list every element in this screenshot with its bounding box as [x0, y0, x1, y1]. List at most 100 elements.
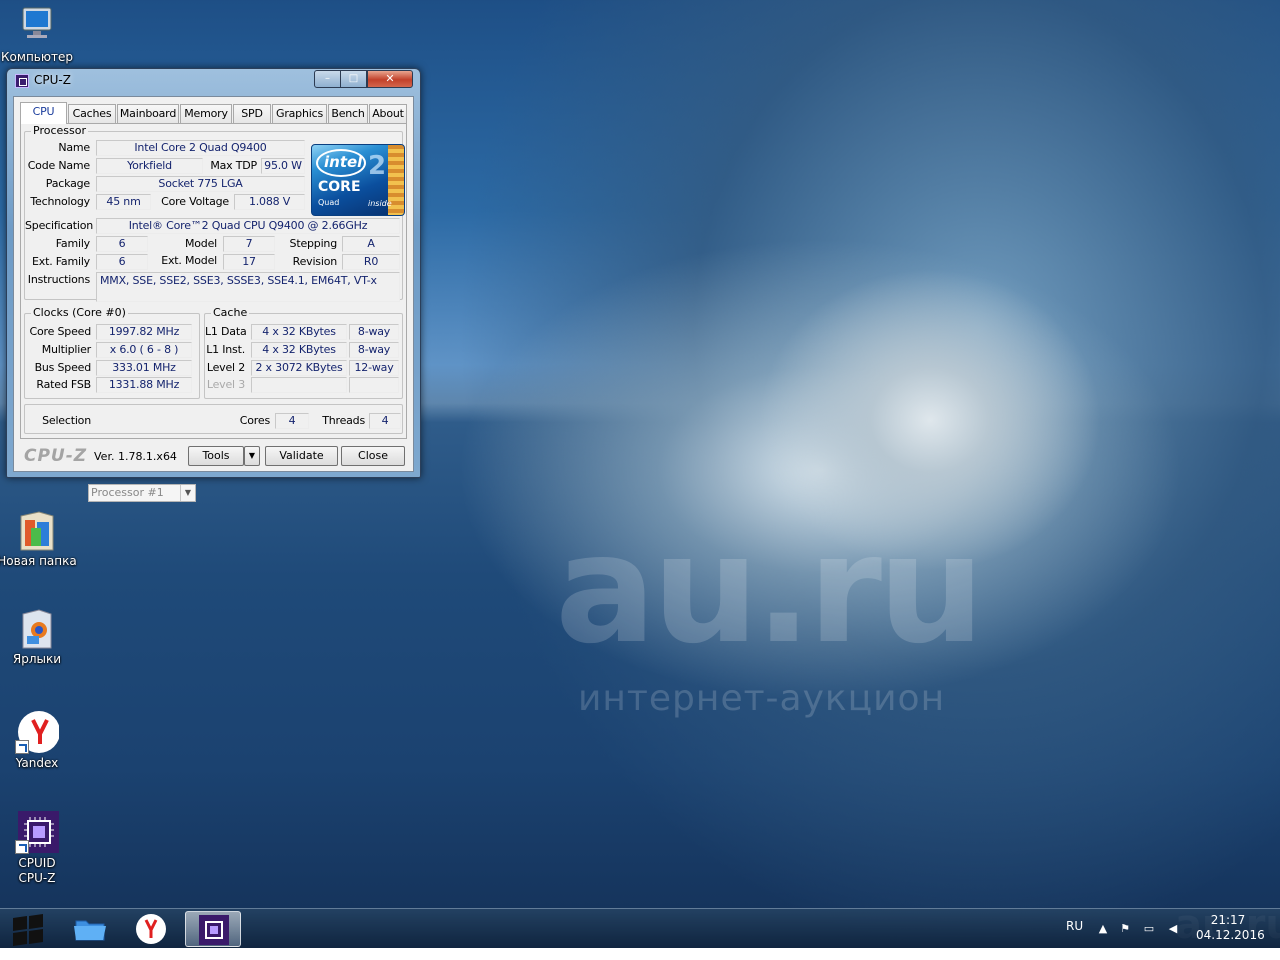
cpu-tab-panel: Processor Name Intel Core 2 Quad Q9400 C… — [20, 123, 407, 439]
desktop-icon-label: Новая папка — [0, 554, 77, 568]
desktop-icon-label: Ярлыки — [12, 652, 62, 666]
tab-spd[interactable]: SPD — [233, 104, 271, 123]
folder-icon — [15, 606, 59, 650]
desktop-icon-yandex[interactable]: Yandex — [0, 710, 77, 771]
label-rated-fsb: Rated FSB — [36, 378, 91, 391]
tools-dropdown-button[interactable]: ▼ — [244, 446, 260, 466]
network-icon[interactable]: ▭ — [1142, 922, 1156, 936]
value-specification: Intel® Core™2 Quad CPU Q9400 @ 2.66GHz — [96, 218, 400, 234]
desktop-icon-computer[interactable]: Компьютер — [0, 4, 77, 65]
value-ext-family: 6 — [96, 254, 148, 270]
watermark-brand: au.ru — [555, 503, 985, 677]
action-center-flag-icon[interactable]: ⚑ — [1118, 922, 1132, 936]
start-button[interactable] — [5, 911, 49, 947]
label-maxtdp: Max TDP — [210, 159, 257, 172]
value-technology: 45 nm — [96, 194, 151, 210]
cpuz-icon — [199, 915, 229, 945]
tab-caches[interactable]: Caches — [68, 104, 116, 123]
taskbar-yandex[interactable] — [123, 911, 179, 947]
label-cache-row: Level 2 — [206, 361, 245, 374]
cpuz-icon — [15, 810, 60, 854]
label-ext-family: Ext. Family — [32, 255, 90, 268]
logo-inside: inside — [368, 199, 392, 208]
logo-num: 2 — [368, 151, 387, 181]
label-instructions: Instructions — [27, 273, 90, 286]
logo-line: CORE — [318, 179, 361, 195]
tools-button[interactable]: Tools — [188, 446, 244, 466]
label-bus-speed: Bus Speed — [34, 361, 92, 374]
window-client: CPU Caches Mainboard Memory SPD Graphics… — [13, 96, 414, 502]
cache-group: Cache L1 Data 4 x 32 KBytes 8-way L1 Ins… — [204, 306, 403, 399]
clocks-group: Clocks (Core #0) Core Speed 1997.82 MHz … — [24, 306, 200, 399]
tab-memory[interactable]: Memory — [180, 104, 232, 123]
cpuz-logo: CPU-Z — [24, 446, 88, 466]
tab-about[interactable]: About — [369, 104, 407, 123]
value-codename: Yorkfield — [96, 158, 203, 174]
processor-select[interactable]: Processor #1 ▼ — [88, 484, 196, 502]
value-instructions: MMX, SSE, SSE2, SSE3, SSSE3, SSE4.1, EM6… — [96, 272, 400, 302]
label-selection: Selection — [42, 414, 91, 427]
cpuz-app-icon — [15, 74, 29, 88]
version-label: Ver. 1.78.1.x64 — [94, 450, 177, 463]
tab-graphics[interactable]: Graphics — [272, 104, 327, 123]
label-cache-row: L1 Inst. — [206, 343, 245, 356]
clock[interactable]: 21:17 04.12.2016 — [1196, 913, 1265, 943]
volume-icon[interactable]: ◀ — [1166, 922, 1180, 936]
watermark-tagline: интернет-аукцион — [578, 678, 946, 719]
desktop-icon-label: Компьютер — [1, 50, 73, 64]
label-model: Model — [184, 237, 217, 250]
chevron-down-icon: ▼ — [248, 451, 256, 460]
show-hidden-icons-button[interactable]: ▲ — [1096, 922, 1110, 936]
folder-icon — [15, 508, 59, 552]
value-package: Socket 775 LGA — [96, 176, 305, 192]
group-title: Cache — [211, 306, 250, 319]
tab-bench[interactable]: Bench — [328, 104, 368, 123]
close-button[interactable]: Close — [341, 446, 405, 466]
value-cache-assoc: 12-way — [349, 360, 399, 376]
desktop-icon-new-folder[interactable]: Новая папка — [0, 508, 77, 569]
value-ext-model: 17 — [223, 254, 275, 270]
tab-mainboard[interactable]: Mainboard — [117, 104, 179, 123]
cpuz-window: CPU-Z – □ ✕ CPU Caches Mainboard Memory … — [6, 68, 421, 502]
group-title: Clocks (Core #0) — [31, 306, 128, 319]
taskbar: RU ▲ ⚑ ▭ ◀ 21:17 04.12.2016 — [0, 908, 1280, 948]
tab-strip: CPU Caches Mainboard Memory SPD Graphics… — [20, 102, 409, 124]
desktop-icon-shortcuts[interactable]: Ярлыки — [0, 606, 77, 667]
label-cache-row-disabled: Level 3 — [206, 378, 245, 391]
value-core-voltage: 1.088 V — [234, 194, 305, 210]
value-cache-size — [251, 377, 347, 393]
value-stepping: A — [342, 236, 400, 252]
value-threads: 4 — [369, 413, 401, 429]
taskbar-cpuz[interactable] — [185, 911, 241, 947]
shortcut-arrow-icon — [15, 740, 29, 754]
clock-date: 04.12.2016 — [1196, 928, 1265, 942]
tab-cpu[interactable]: CPU — [20, 102, 67, 124]
desktop-icon-cpuz[interactable]: CPUID CPU-Z — [0, 810, 77, 886]
window-footer: CPU-Z Ver. 1.78.1.x64 Tools ▼ Validate C… — [20, 441, 407, 469]
processor-select-value: Processor #1 — [91, 486, 164, 499]
value-multiplier: x 6.0 ( 6 - 8 ) — [96, 342, 192, 358]
value-cache-assoc: 8-way — [349, 324, 399, 340]
desktop-icon-label: CPUID CPU-Z — [18, 856, 56, 885]
computer-icon — [15, 4, 59, 48]
screen-bottom-strip — [0, 948, 1280, 960]
label-cache-row: L1 Data — [205, 325, 247, 338]
value-family: 6 — [96, 236, 148, 252]
value-rated-fsb: 1331.88 MHz — [96, 377, 192, 393]
value-bus-speed: 333.01 MHz — [96, 360, 192, 376]
label-core-voltage: Core Voltage — [161, 195, 229, 208]
chevron-down-icon: ▼ — [180, 485, 195, 501]
close-window-button[interactable]: ✕ — [367, 70, 413, 88]
value-cache-assoc — [349, 377, 399, 393]
taskbar-explorer[interactable] — [62, 911, 118, 947]
minimize-button[interactable]: – — [314, 70, 341, 88]
validate-button[interactable]: Validate — [265, 446, 338, 466]
maximize-button[interactable]: □ — [340, 70, 367, 88]
window-title: CPU-Z — [34, 73, 71, 87]
value-core-speed: 1997.82 MHz — [96, 324, 192, 340]
language-indicator[interactable]: RU — [1066, 919, 1083, 933]
label-package: Package — [45, 177, 90, 190]
label-specification: Specification — [25, 219, 94, 232]
title-bar[interactable]: CPU-Z – □ ✕ — [7, 69, 420, 93]
value-cache-size: 4 x 32 KBytes — [251, 324, 347, 340]
